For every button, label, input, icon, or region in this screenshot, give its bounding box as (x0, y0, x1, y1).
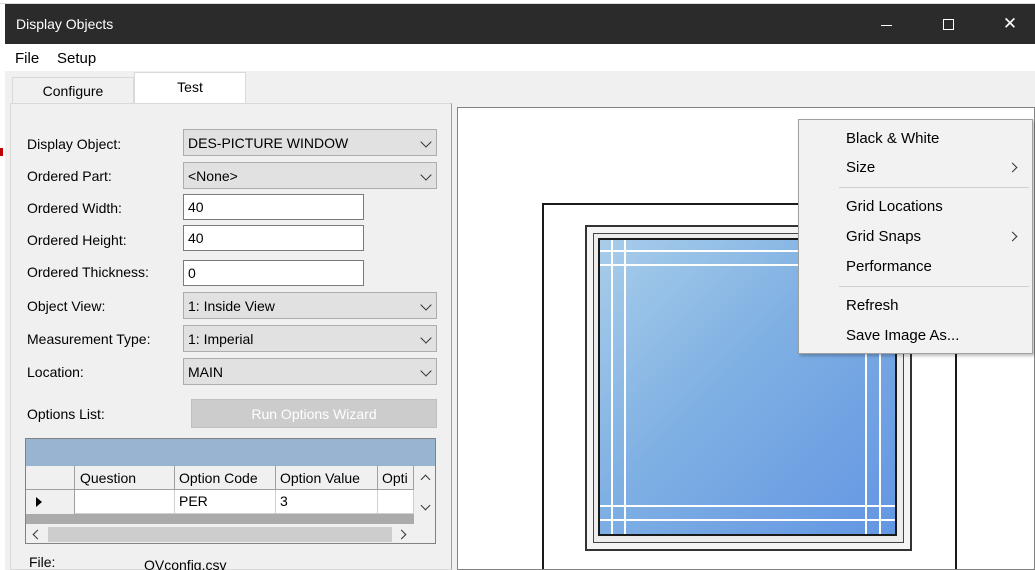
ordered-part-select[interactable]: <None> (183, 162, 437, 189)
title-bar: Display Objects ✕ (5, 4, 1035, 44)
context-item-label: Size (846, 159, 876, 176)
chevron-down-icon (420, 299, 432, 311)
column-header-option-value[interactable]: Option Value (276, 466, 378, 490)
ordered-width-label: Ordered Width: (27, 200, 122, 216)
object-view-label: Object View: (27, 298, 106, 314)
location-label: Location: (27, 364, 84, 380)
ordered-width-input[interactable]: 40 (183, 194, 364, 220)
cell-option-value[interactable]: 3 (276, 490, 378, 514)
context-item-label: Save Image As... (846, 327, 960, 344)
close-button[interactable]: ✕ (987, 4, 1033, 44)
test-tab-panel: Display Object: DES-PICTURE WINDOW Order… (10, 103, 452, 570)
file-value: OVconfig.csv (144, 557, 227, 570)
viewer-context-menu: Black & White Size Grid Locations Grid S… (798, 119, 1033, 354)
close-icon: ✕ (1002, 14, 1018, 33)
context-item-grid-snaps[interactable]: Grid Snaps (799, 222, 1032, 250)
current-row-icon (36, 497, 42, 507)
ordered-height-input[interactable]: 40 (183, 225, 364, 251)
run-options-wizard-button[interactable]: Run Options Wizard (191, 399, 437, 428)
display-object-value: DES-PICTURE WINDOW (188, 135, 349, 151)
ordered-thickness-input[interactable]: 0 (183, 260, 364, 286)
column-header-option-code[interactable]: Option Code (175, 466, 276, 490)
chevron-right-icon[interactable] (396, 529, 407, 540)
maximize-icon (942, 18, 954, 30)
background-marker (0, 148, 3, 156)
tab-configure[interactable]: Configure (12, 77, 134, 103)
maximize-button[interactable] (925, 4, 971, 44)
menu-file[interactable]: File (15, 50, 39, 67)
location-select[interactable]: MAIN (183, 358, 437, 385)
context-item-label: Refresh (846, 297, 899, 314)
context-item-size[interactable]: Size (799, 153, 1032, 181)
chevron-down-icon[interactable] (420, 500, 431, 511)
chevron-down-icon (420, 136, 432, 148)
cell-question[interactable] (75, 490, 175, 514)
options-list-label: Options List: (27, 406, 105, 422)
chevron-left-icon[interactable] (32, 529, 43, 540)
display-object-select[interactable]: DES-PICTURE WINDOW (183, 129, 437, 156)
context-item-label: Grid Snaps (846, 228, 922, 245)
cell-opti[interactable] (378, 490, 414, 514)
ordered-thickness-label: Ordered Thickness: (27, 264, 149, 280)
context-separator (839, 187, 1029, 188)
chevron-up-icon[interactable] (420, 474, 431, 485)
window-title: Display Objects (16, 16, 114, 32)
grid-muntin-left (611, 240, 613, 534)
chevron-right-icon (1007, 162, 1018, 173)
context-item-label: Performance (846, 258, 932, 275)
menu-setup[interactable]: Setup (57, 50, 96, 67)
scrollbar-thumb[interactable] (48, 527, 392, 542)
cell-option-code[interactable]: PER (175, 490, 276, 514)
row-selector[interactable] (26, 490, 75, 514)
ordered-height-label: Ordered Height: (27, 232, 127, 248)
grid-vertical-scrollbar[interactable] (414, 466, 435, 524)
column-header-question[interactable]: Question (75, 466, 175, 490)
context-item-label: Black & White (846, 130, 940, 147)
object-view-value: 1: Inside View (188, 298, 275, 314)
context-item-black-white[interactable]: Black & White (799, 124, 1032, 152)
chevron-down-icon (420, 365, 432, 377)
ordered-part-label: Ordered Part: (27, 168, 112, 184)
minimize-button[interactable] (863, 4, 909, 44)
file-label: File: (29, 554, 56, 570)
scrollbar-corner (414, 524, 435, 543)
column-header-opti[interactable]: Opti (378, 466, 414, 490)
object-view-select[interactable]: 1: Inside View (183, 292, 437, 319)
measurement-type-value: 1: Imperial (188, 331, 254, 347)
grid-caption-bar (26, 439, 435, 466)
measurement-type-label: Measurement Type: (27, 331, 151, 347)
context-item-label: Grid Locations (846, 198, 943, 215)
grid-horizontal-scrollbar[interactable] (26, 524, 414, 543)
grid-corner-header (26, 466, 75, 490)
context-separator (839, 286, 1029, 287)
measurement-type-select[interactable]: 1: Imperial (183, 325, 437, 352)
grid-muntin-bottom (600, 505, 895, 507)
context-item-save-image-as[interactable]: Save Image As... (799, 321, 1032, 349)
ordered-part-value: <None> (188, 168, 238, 184)
chevron-right-icon (1007, 231, 1018, 242)
context-item-refresh[interactable]: Refresh (799, 291, 1032, 319)
context-item-performance[interactable]: Performance (799, 252, 1032, 280)
chevron-down-icon (420, 169, 432, 181)
options-grid: Question Option Code Option Value Opti P… (25, 438, 436, 544)
display-object-label: Display Object: (27, 136, 122, 152)
context-item-grid-locations[interactable]: Grid Locations (799, 192, 1032, 220)
minimize-icon (880, 24, 892, 26)
menu-bar: File Setup (5, 44, 1035, 71)
location-value: MAIN (188, 364, 223, 380)
grid-muntin-left (624, 240, 626, 534)
grid-muntin-bottom (600, 519, 895, 521)
chevron-down-icon (420, 332, 432, 344)
tab-test[interactable]: Test (134, 72, 246, 104)
